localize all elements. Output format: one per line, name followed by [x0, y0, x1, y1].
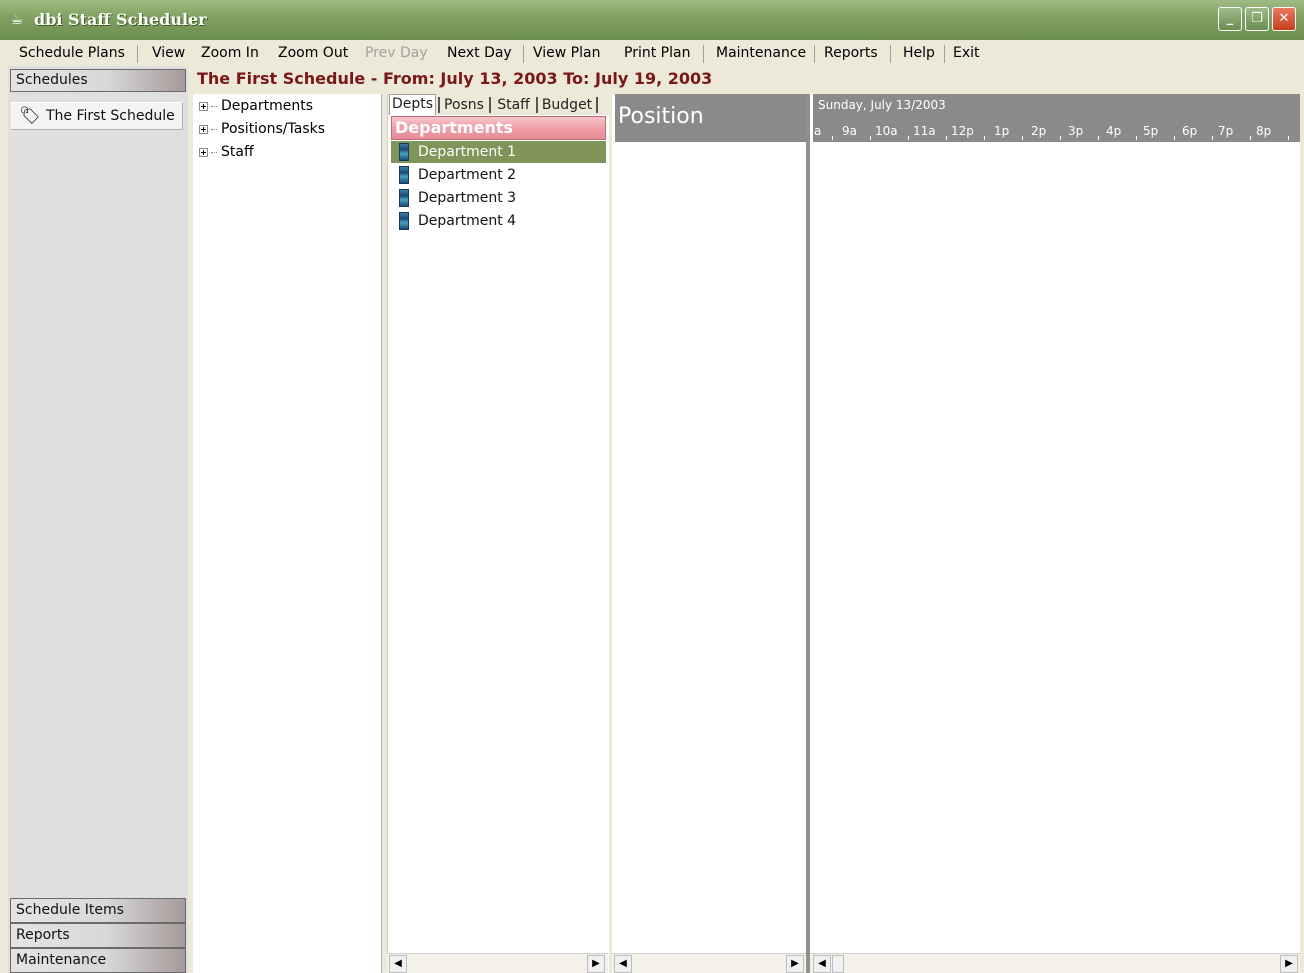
department-row[interactable]: Department 3 [391, 187, 606, 209]
timeline-header: Sunday, July 13/2003 a 9a 10a 11a 12p 1p… [813, 94, 1300, 142]
scroll-left-arrow-icon[interactable]: ◀ [813, 955, 831, 973]
nav-header-schedules[interactable]: Schedules [10, 69, 186, 92]
department-row[interactable]: Department 4 [391, 210, 606, 232]
menu-schedule-plans[interactable]: Schedule Plans [19, 45, 125, 61]
menu-view-plan[interactable]: View Plan [533, 45, 600, 61]
menu-zoom-out[interactable]: Zoom Out [278, 45, 348, 61]
department-row[interactable]: Department 2 [391, 164, 606, 186]
departments-hscroll[interactable]: ◀ ▶ [387, 953, 608, 973]
menu-zoom-in[interactable]: Zoom In [201, 45, 259, 61]
restore-button[interactable]: ❐ [1245, 7, 1269, 31]
hour-label: 1p [994, 124, 1010, 138]
scroll-thumb[interactable] [832, 955, 844, 973]
hour-label: 10a [875, 124, 898, 138]
position-panel: Position [612, 94, 806, 973]
hour-label: 8p [1256, 124, 1272, 138]
tab-depts[interactable]: Depts [389, 94, 436, 115]
schedule-list-item[interactable]: 🏷 The First Schedule [11, 102, 183, 130]
departments-header: Departments [391, 116, 606, 140]
department-icon [399, 143, 409, 161]
scroll-left-arrow-icon[interactable]: ◀ [614, 955, 632, 973]
expand-plus-icon[interactable] [199, 101, 208, 111]
tab-budget[interactable]: Budget [538, 96, 596, 115]
coffee-cup-icon: ☕ [10, 12, 24, 28]
department-icon [399, 166, 409, 184]
menu-separator [137, 45, 138, 63]
expand-plus-icon[interactable] [199, 147, 208, 157]
departments-panel: Depts Posns Staff Budget Departments Dep… [387, 94, 609, 973]
menu-separator [703, 45, 704, 63]
expand-plus-icon[interactable] [199, 124, 208, 134]
menu-help[interactable]: Help [903, 45, 935, 61]
tree-panel: Departments Positions/Tasks Staff [193, 94, 382, 973]
menu-separator [523, 45, 524, 63]
minimize-button[interactable]: _ [1218, 7, 1242, 31]
menu-exit[interactable]: Exit [953, 45, 980, 61]
hour-label: 9a [842, 124, 857, 138]
menu-view[interactable]: View [152, 45, 185, 61]
position-hscroll[interactable]: ◀ ▶ [612, 953, 806, 973]
tab-staff[interactable]: Staff [492, 96, 535, 115]
tree-item-departments[interactable]: Departments [199, 96, 313, 116]
scroll-right-arrow-icon[interactable]: ▶ [587, 955, 605, 973]
department-row[interactable]: Department 1 [391, 141, 606, 163]
tab-posns[interactable]: Posns [441, 96, 487, 115]
department-icon [399, 189, 409, 207]
menu-reports[interactable]: Reports [824, 45, 878, 61]
timeline-panel: Sunday, July 13/2003 a 9a 10a 11a 12p 1p… [810, 94, 1300, 973]
scroll-right-arrow-icon[interactable]: ▶ [1280, 955, 1298, 973]
scroll-left-arrow-icon[interactable]: ◀ [389, 955, 407, 973]
menu-maintenance[interactable]: Maintenance [716, 45, 806, 61]
tab-strip: Depts Posns Staff Budget [388, 94, 609, 115]
hour-label: 12p [951, 124, 974, 138]
nav-schedule-items[interactable]: Schedule Items [10, 898, 186, 923]
menu-separator [890, 45, 891, 63]
menu-separator [814, 45, 815, 63]
schedule-tag-icon: 🏷 [19, 106, 41, 126]
hour-label: 4p [1106, 124, 1122, 138]
hour-label: 7p [1218, 124, 1234, 138]
window-title: dbi Staff Scheduler [34, 10, 207, 29]
schedule-item-label: The First Schedule [46, 108, 175, 124]
nav-reports[interactable]: Reports [10, 923, 186, 948]
hour-label: 2p [1031, 124, 1047, 138]
menu-print-plan[interactable]: Print Plan [624, 45, 690, 61]
menu-bar: Schedule Plans View Zoom In Zoom Out Pre… [0, 40, 1304, 66]
hour-label: 11a [913, 124, 936, 138]
hour-label: 5p [1143, 124, 1159, 138]
tree-item-positions[interactable]: Positions/Tasks [199, 119, 325, 139]
hour-label: 6p [1182, 124, 1198, 138]
tree-item-staff[interactable]: Staff [199, 142, 254, 162]
hour-label: a [814, 124, 822, 138]
left-nav: Schedules 🏷 The First Schedule Schedule … [8, 66, 188, 973]
nav-maintenance[interactable]: Maintenance [10, 948, 186, 973]
timeline-hscroll[interactable]: ◀ ▶ [810, 953, 1300, 973]
title-bar: ☕ dbi Staff Scheduler _ ❐ ✕ [0, 0, 1304, 40]
menu-next-day[interactable]: Next Day [447, 45, 512, 61]
position-header: Position [615, 94, 806, 142]
timeline-date: Sunday, July 13/2003 [818, 98, 946, 112]
schedule-heading: The First Schedule - From: July 13, 2003… [197, 69, 713, 88]
close-button[interactable]: ✕ [1272, 7, 1296, 31]
menu-separator [944, 45, 945, 63]
menu-prev-day[interactable]: Prev Day [365, 45, 428, 61]
hour-label: 3p [1068, 124, 1084, 138]
department-icon [399, 212, 409, 230]
scroll-right-arrow-icon[interactable]: ▶ [786, 955, 804, 973]
